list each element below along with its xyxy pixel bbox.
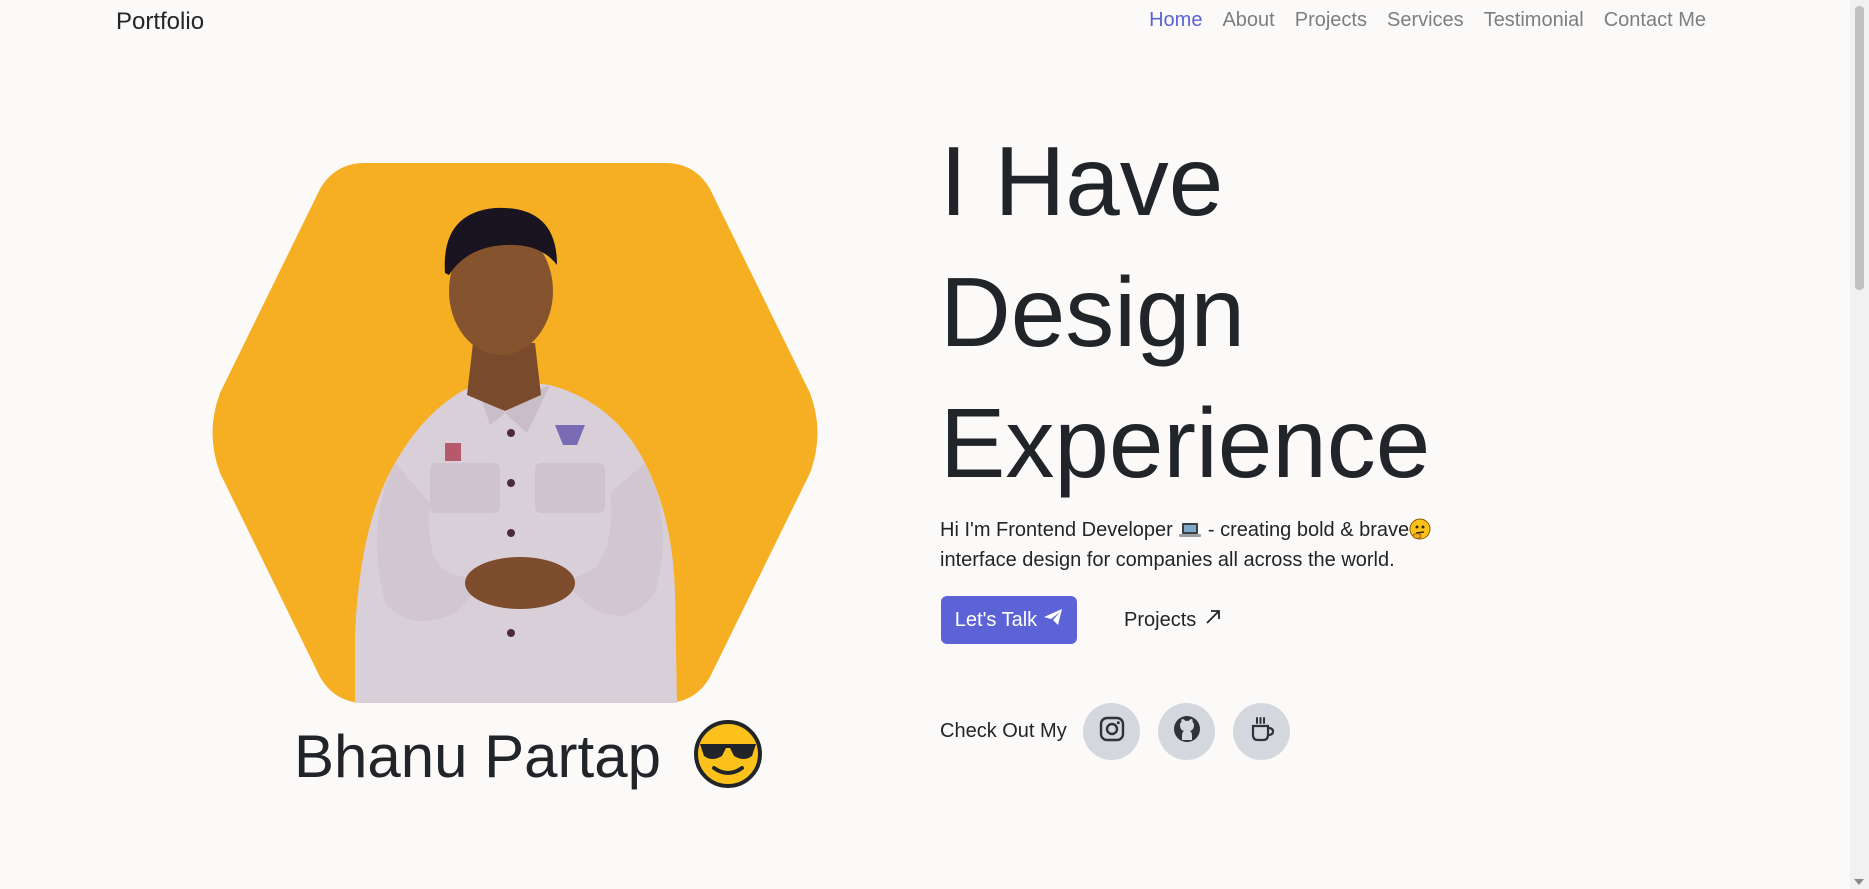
arrow-up-right-icon xyxy=(1204,608,1222,632)
intro-text-part-2: - creating bold & brave xyxy=(1202,519,1410,541)
thinking-face-icon xyxy=(1409,518,1431,540)
nav-link-testimonial[interactable]: Testimonial xyxy=(1484,9,1584,32)
nav-links: Home About Projects Services Testimonial… xyxy=(1149,9,1706,32)
headline-line-2: Design xyxy=(940,257,1246,367)
instagram-icon xyxy=(1099,716,1125,747)
github-link[interactable] xyxy=(1158,703,1215,760)
paper-plane-icon xyxy=(1043,608,1063,632)
nav-link-services[interactable]: Services xyxy=(1387,9,1464,32)
navbar: Portfolio Home About Projects Services T… xyxy=(0,0,1850,46)
laptop-icon xyxy=(1178,517,1202,537)
hero-headline: I Have Design Experience xyxy=(940,116,1430,509)
projects-label: Projects xyxy=(1124,608,1197,631)
profile-name: Bhanu Partap xyxy=(294,722,661,790)
hero-intro-text: Hi I'm Frontend Developer - creating bol… xyxy=(940,515,1460,575)
buy-me-a-coffee-link[interactable] xyxy=(1233,703,1290,760)
projects-button[interactable]: Projects xyxy=(1110,596,1236,644)
page-scrollbar[interactable] xyxy=(1850,0,1869,889)
intro-text-part-1: Hi I'm Frontend Developer xyxy=(940,519,1173,541)
headline-line-3: Experience xyxy=(940,388,1431,498)
nav-link-projects[interactable]: Projects xyxy=(1295,9,1367,32)
profile-photo-hexagon xyxy=(205,163,825,703)
nav-link-contact-me[interactable]: Contact Me xyxy=(1604,9,1706,32)
lets-talk-label: Let's Talk xyxy=(954,608,1038,631)
github-icon xyxy=(1173,715,1201,748)
headline-line-1: I Have xyxy=(940,126,1224,236)
profile-name-heading: Bhanu Partap xyxy=(294,718,764,804)
profile-photo xyxy=(355,207,677,703)
check-out-label: Check Out My xyxy=(940,720,1067,742)
scroll-down-arrow-icon[interactable] xyxy=(1854,879,1864,885)
intro-text-part-3: interface design for companies all acros… xyxy=(940,549,1395,571)
brand-logo-link[interactable]: Portfolio xyxy=(116,8,204,36)
lets-talk-button[interactable]: Let's Talk xyxy=(941,596,1077,644)
nav-link-home[interactable]: Home xyxy=(1149,9,1202,32)
instagram-link[interactable] xyxy=(1083,703,1140,760)
coffee-cup-icon xyxy=(1248,715,1276,748)
scrollbar-thumb[interactable] xyxy=(1855,6,1864,290)
nav-link-about[interactable]: About xyxy=(1222,9,1274,32)
smiling-face-with-sunglasses-icon xyxy=(692,718,764,804)
